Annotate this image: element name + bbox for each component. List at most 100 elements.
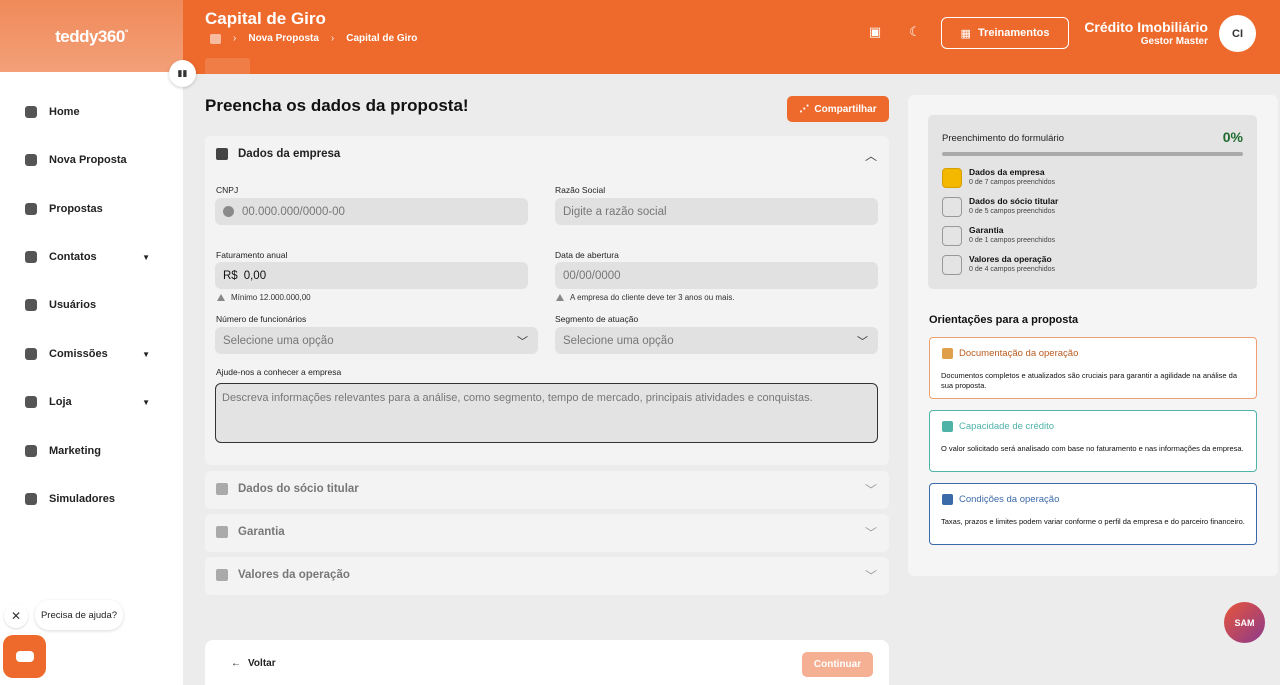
header-tab-indicator xyxy=(205,58,250,74)
progress-percent: 0% xyxy=(1222,129,1243,145)
segmento-select[interactable]: Selecione uma opção ﹀ xyxy=(555,327,878,354)
moon-icon[interactable]: ☾ xyxy=(908,25,922,39)
progress-title: Preenchimento do formulário xyxy=(942,133,1064,144)
bank-icon xyxy=(942,494,953,505)
partner-step-icon xyxy=(942,197,962,217)
orientation-credit-capacity: Capacidade de crédito O valor solicitado… xyxy=(929,410,1257,472)
calendar-icon: ▦ xyxy=(960,27,971,40)
continue-button[interactable]: Continuar xyxy=(802,652,873,677)
funcionarios-label: Número de funcionários xyxy=(216,314,307,324)
close-help-button[interactable]: ✕ xyxy=(4,604,28,628)
contacts-icon xyxy=(25,251,37,263)
right-panel: Preenchimento do formulário 0% Dados da … xyxy=(908,95,1278,576)
chat-icon xyxy=(15,651,34,662)
page-title: Capital de Giro xyxy=(205,9,326,28)
data-abertura-label: Data de abertura xyxy=(555,250,619,260)
shield-icon xyxy=(216,526,228,538)
new-proposal-icon xyxy=(25,154,37,166)
store-icon xyxy=(25,396,37,408)
sidebar-item-marketing[interactable]: Marketing xyxy=(25,445,150,457)
collapse-sidebar-button[interactable]: ▮▮ xyxy=(169,60,196,87)
chevron-down-icon: ﹀ xyxy=(864,569,877,583)
user-info[interactable]: Crédito Imobiliário Gestor Master xyxy=(1084,19,1208,47)
top-header: teddy360° Capital de Giro › Nova Propost… xyxy=(0,0,1280,74)
sidebar-item-contatos[interactable]: Contatos ▼ xyxy=(25,251,150,263)
breadcrumb-nova-proposta[interactable]: Nova Proposta xyxy=(248,33,319,44)
cnpj-input[interactable]: 00.000.000/0000-00 xyxy=(215,198,528,225)
sidebar-item-home[interactable]: Home xyxy=(25,106,150,118)
sidebar-item-usuarios[interactable]: Usuários xyxy=(25,299,150,311)
home-icon xyxy=(25,106,37,118)
chevron-down-icon: ▼ xyxy=(142,252,150,262)
chat-button[interactable] xyxy=(3,635,46,678)
about-company-textarea[interactable]: Descreva informações relevantes para a a… xyxy=(215,383,878,443)
search-icon xyxy=(223,206,234,217)
avatar[interactable]: CI xyxy=(1219,15,1256,52)
operation-values-section[interactable]: Valores da operação ﹀ xyxy=(205,557,889,595)
step-guarantee[interactable]: Garantia 0 de 1 campos preenchidos xyxy=(942,225,1055,246)
simulators-icon xyxy=(25,493,37,505)
guarantee-step-icon xyxy=(942,226,962,246)
sidebar-item-loja[interactable]: Loja ▼ xyxy=(25,396,150,408)
values-step-icon xyxy=(942,255,962,275)
about-company-label: Ajude-nos a conhecer a empresa xyxy=(216,367,342,377)
warning-icon xyxy=(556,294,564,301)
breadcrumb: › Nova Proposta › Capital de Giro xyxy=(210,33,417,44)
home-icon[interactable] xyxy=(210,33,221,44)
guarantee-section[interactable]: Garantia ﹀ xyxy=(205,514,889,552)
sidebar-item-comissoes[interactable]: Comissões ▼ xyxy=(25,348,150,360)
segmento-label: Segmento de atuação xyxy=(555,314,639,324)
cnpj-label: CNPJ xyxy=(216,185,239,195)
chevron-down-icon: ▼ xyxy=(142,349,150,359)
progress-bar xyxy=(942,152,1243,156)
marketing-icon xyxy=(25,445,37,457)
faturamento-input[interactable]: R$ 0,00 xyxy=(215,262,528,289)
orientations-title: Orientações para a proposta xyxy=(929,314,1079,326)
chart-icon xyxy=(942,421,953,432)
chevron-down-icon: ﹀ xyxy=(517,335,528,348)
company-section-header[interactable]: Dados da empresa xyxy=(216,148,340,160)
partner-section[interactable]: Dados do sócio titular ﹀ xyxy=(205,471,889,509)
chevron-down-icon: ﹀ xyxy=(864,526,877,540)
step-values[interactable]: Valores da operação 0 de 4 campos preench… xyxy=(942,254,1055,275)
arrow-left-icon: ← xyxy=(231,658,241,669)
gift-icon[interactable]: ▣ xyxy=(868,25,882,39)
commissions-icon xyxy=(25,348,37,360)
step-company[interactable]: Dados da empresa 0 de 7 campos preenchido… xyxy=(942,167,1055,188)
breadcrumb-capital-de-giro: Capital de Giro xyxy=(346,33,418,44)
bottom-actions: ← Voltar Continuar xyxy=(205,640,889,685)
company-section: Dados da empresa ︿ CNPJ 00.000.000/0000-… xyxy=(205,136,889,465)
document-icon xyxy=(942,348,953,359)
chevron-up-icon[interactable]: ︿ xyxy=(865,147,877,164)
people-icon xyxy=(216,483,228,495)
share-icon: ⋰ xyxy=(799,103,810,115)
funcionarios-select[interactable]: Selecione uma opção ﹀ xyxy=(215,327,538,354)
company-step-icon xyxy=(942,168,962,188)
help-bubble[interactable]: Precisa de ajuda? xyxy=(35,600,123,630)
razao-social-input[interactable]: Digite a razão social xyxy=(555,198,878,225)
chevron-down-icon: ▼ xyxy=(142,397,150,407)
data-abertura-hint: A empresa do cliente deve ter 3 anos ou … xyxy=(556,293,735,302)
warning-icon xyxy=(217,294,225,301)
chevron-down-icon: ﹀ xyxy=(864,483,877,497)
orientation-documentation: Documentação da operação Documentos comp… xyxy=(929,337,1257,399)
razao-social-label: Razão Social xyxy=(555,185,606,195)
form-heading: Preencha os dados da proposta! xyxy=(205,96,469,115)
data-abertura-input[interactable]: 00/00/0000 xyxy=(555,262,878,289)
faturamento-label: Faturamento anual xyxy=(216,250,288,260)
logo-area[interactable]: teddy360° xyxy=(0,0,183,74)
trainings-button[interactable]: ▦ Treinamentos xyxy=(941,17,1069,49)
proposals-icon xyxy=(25,203,37,215)
sidebar-item-simuladores[interactable]: Simuladores xyxy=(25,493,150,505)
sidebar-item-propostas[interactable]: Propostas xyxy=(25,203,150,215)
coins-icon xyxy=(216,569,228,581)
assistant-button[interactable]: SAM xyxy=(1224,602,1265,643)
chevron-down-icon: ﹀ xyxy=(857,335,868,348)
users-icon xyxy=(25,299,37,311)
user-role: Gestor Master xyxy=(1140,36,1208,47)
sidebar-item-nova-proposta[interactable]: Nova Proposta xyxy=(25,154,150,166)
share-button[interactable]: ⋰ Compartilhar xyxy=(787,96,889,122)
step-partner[interactable]: Dados do sócio titular 0 de 5 campos pree… xyxy=(942,196,1058,217)
orientation-conditions: Condições da operação Taxas, prazos e li… xyxy=(929,483,1257,545)
back-button[interactable]: ← Voltar xyxy=(231,658,276,669)
